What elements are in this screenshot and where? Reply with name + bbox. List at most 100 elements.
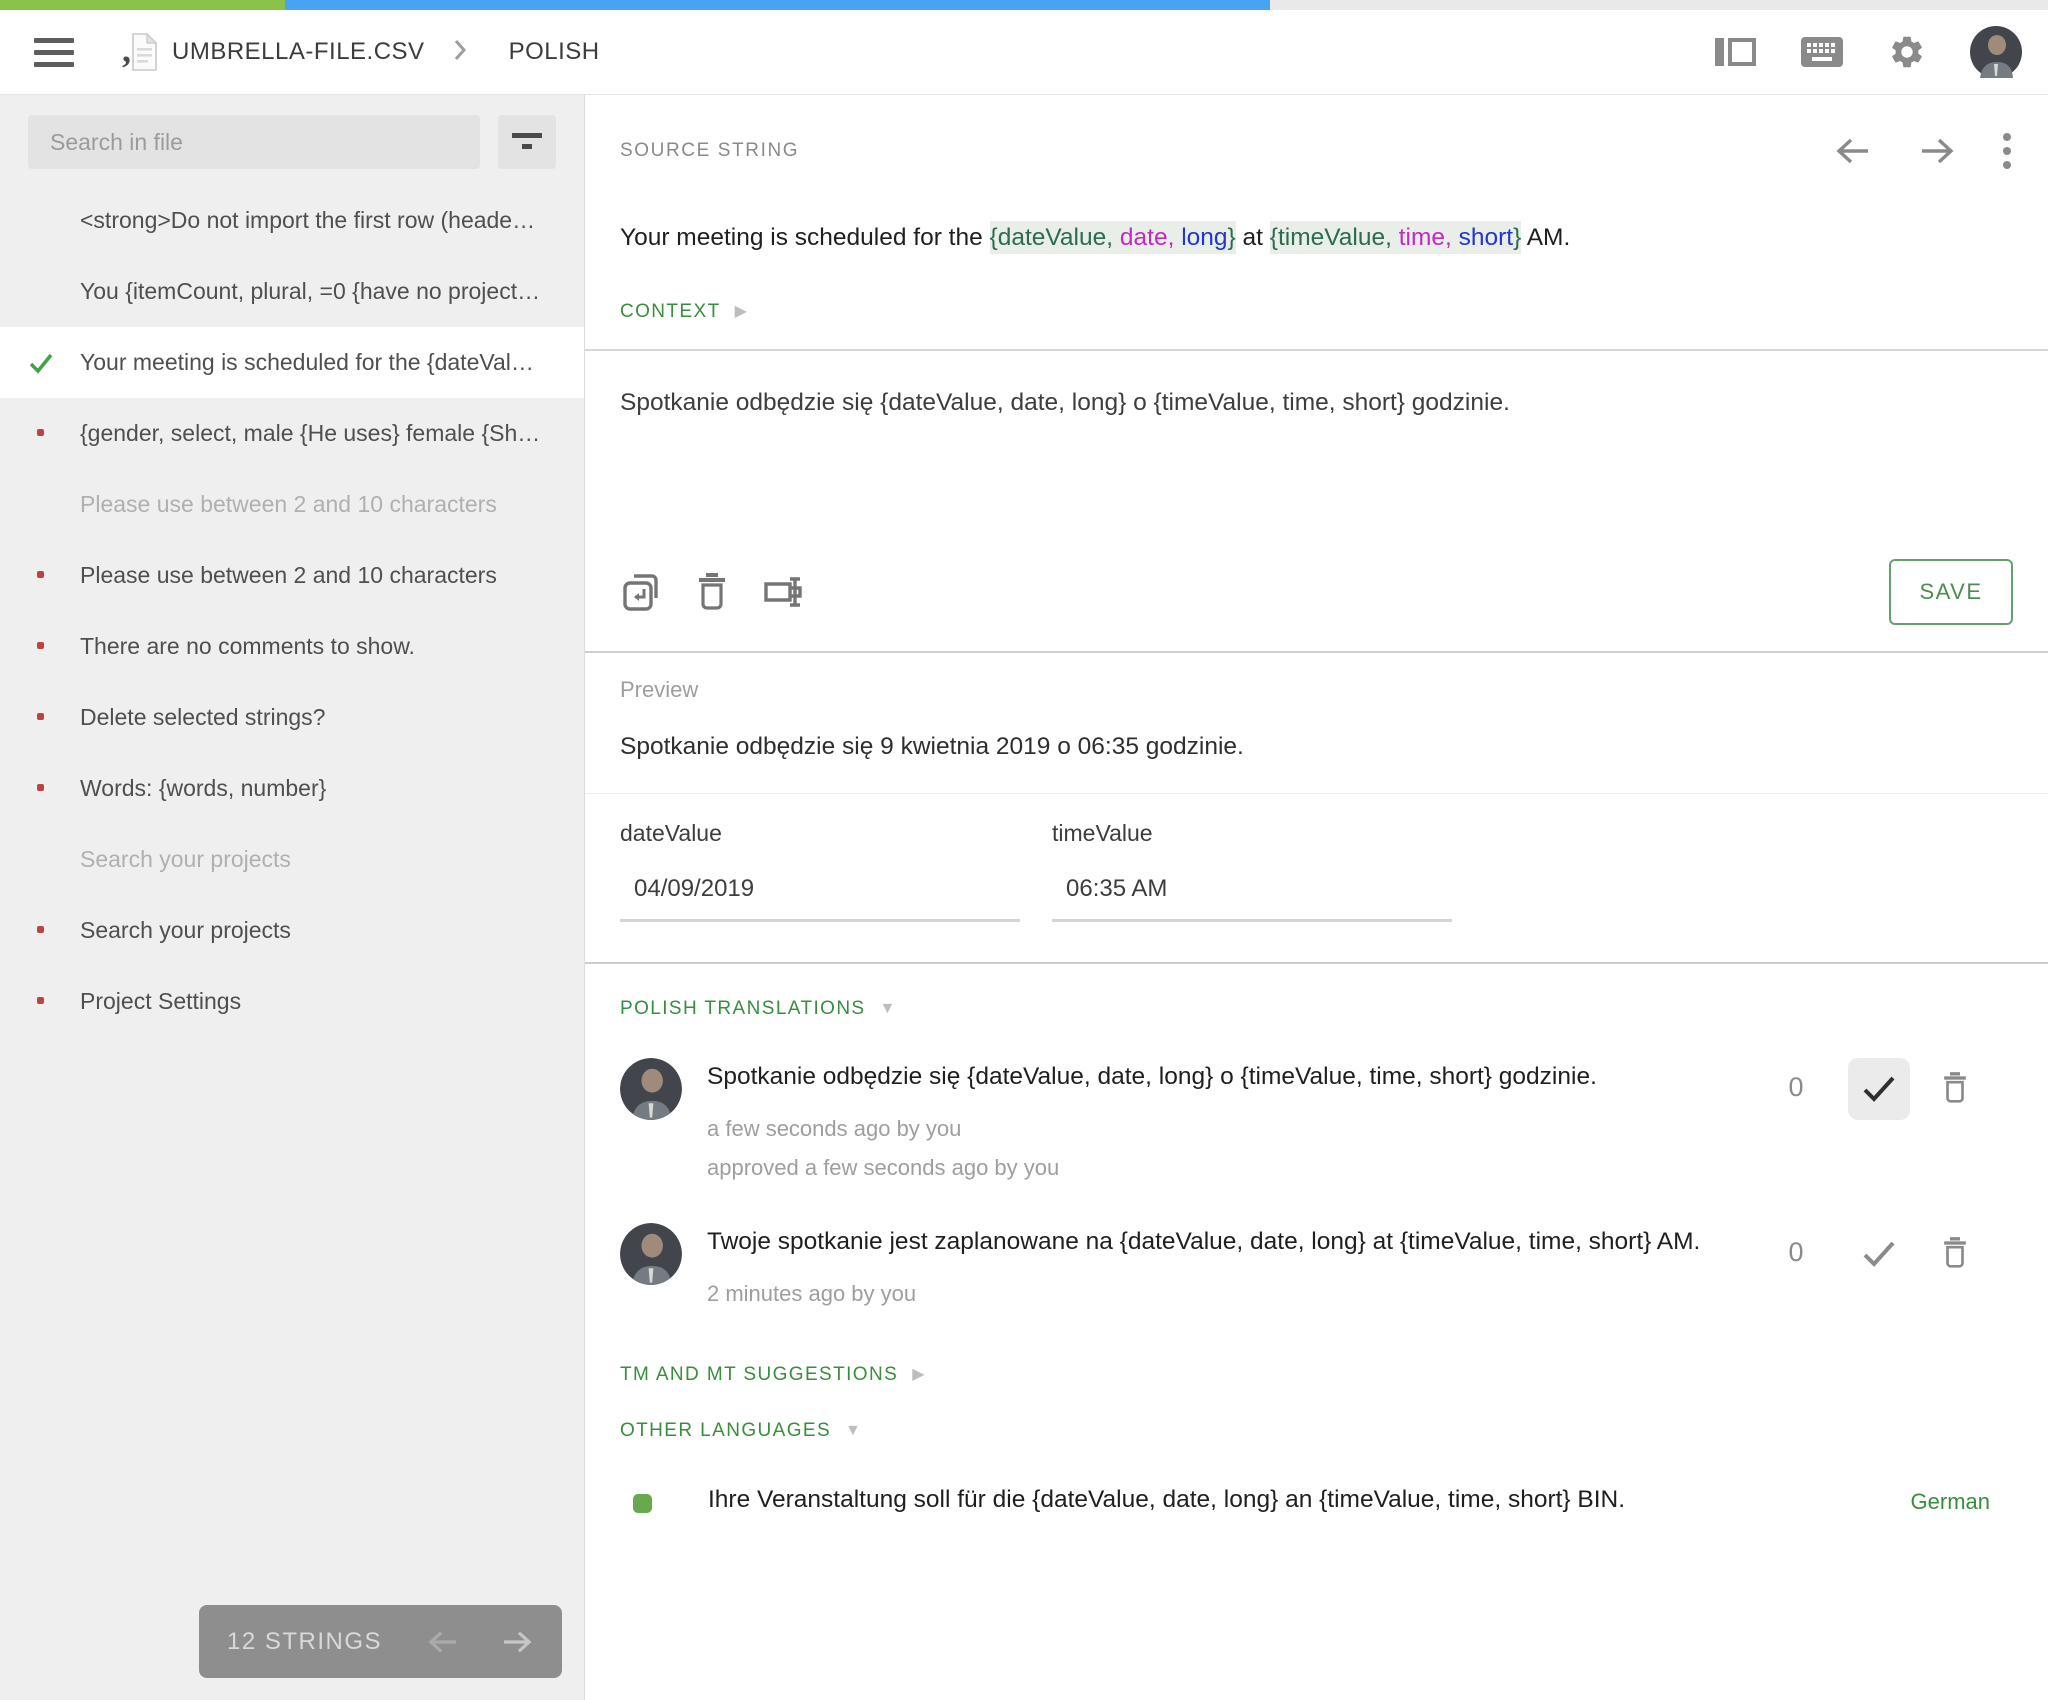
preview-params: dateValue 04/09/2019 timeValue 06:35 AM	[620, 820, 2013, 922]
string-label: <strong>Do not import the first row (hea…	[80, 207, 535, 234]
svg-text:,: ,	[122, 32, 131, 70]
param-name: timeValue	[1052, 820, 1452, 847]
strings-pager: 12 STRINGS	[199, 1605, 562, 1678]
breadcrumb-language[interactable]: POLISH	[509, 38, 600, 66]
translation-entry: Twoje spotkanie jest zaplanowane na {dat…	[620, 1223, 1970, 1313]
string-label: Search your projects	[80, 846, 291, 873]
status-check-icon	[30, 352, 52, 374]
status-icon	[30, 565, 52, 587]
status-icon	[30, 423, 52, 445]
status-icon	[30, 991, 52, 1013]
string-label: Please use between 2 and 10 characters	[80, 491, 497, 518]
translation-meta: a few seconds ago by you approved a few …	[707, 1110, 1597, 1187]
translation-input[interactable]: Spotkanie odbędzie się {dateValue, date,…	[585, 351, 2048, 539]
editor-toolbar: SAVE	[620, 559, 2013, 625]
tm-mt-suggestions-toggle[interactable]: TM AND MT SUGGESTIONS ▶	[620, 1364, 925, 1386]
context-toggle[interactable]: CONTEXT ▶	[620, 301, 747, 323]
date-value-input[interactable]: 04/09/2019	[620, 875, 1020, 922]
polish-translations-label: POLISH TRANSLATIONS	[620, 998, 866, 1020]
string-label: Project Settings	[80, 988, 241, 1015]
vote-count: 0	[1786, 1237, 1806, 1268]
string-list-item[interactable]: <strong>Do not import the first row (hea…	[0, 185, 584, 256]
string-list-item[interactable]: Delete selected strings?	[0, 682, 584, 753]
insert-placeholder-icon[interactable]	[762, 571, 808, 613]
approve-button[interactable]	[1848, 1223, 1910, 1285]
save-button[interactable]: SAVE	[1889, 559, 2013, 625]
time-value-input[interactable]: 06:35 AM	[1052, 875, 1452, 922]
other-language-link[interactable]: German	[1911, 1486, 1990, 1515]
strings-count: 12 STRINGS	[227, 1628, 382, 1656]
copy-source-icon[interactable]	[620, 571, 662, 613]
string-label: {gender, select, male {He uses} female {…	[80, 420, 540, 447]
translation-text: Twoje spotkanie jest zaplanowane na {dat…	[707, 1223, 1700, 1261]
delete-entry-icon[interactable]	[1940, 1235, 1970, 1271]
divider	[585, 651, 2048, 653]
chevron-right-icon: ▶	[912, 1367, 924, 1383]
string-list-item[interactable]: {gender, select, male {He uses} female {…	[0, 398, 584, 469]
translation-entry: Spotkanie odbędzie się {dateValue, date,…	[620, 1058, 1970, 1187]
settings-gear-icon[interactable]	[1888, 33, 1926, 71]
string-list-item[interactable]: There are no comments to show.	[0, 611, 584, 682]
string-list: <strong>Do not import the first row (hea…	[0, 185, 584, 1037]
string-list-item[interactable]: Please use between 2 and 10 characters	[0, 540, 584, 611]
chevron-down-icon: ▼	[845, 1423, 861, 1439]
translator-avatar	[620, 1223, 682, 1285]
delete-translation-icon[interactable]	[694, 571, 730, 613]
string-label: Delete selected strings?	[80, 704, 325, 731]
previous-page-icon[interactable]	[426, 1628, 460, 1656]
string-label: Your meeting is scheduled for the {dateV…	[80, 349, 534, 376]
vote-count: 0	[1786, 1072, 1806, 1103]
translation-text: Spotkanie odbędzie się {dateValue, date,…	[707, 1058, 1597, 1096]
progress-segment-translated	[0, 0, 285, 10]
previous-string-icon[interactable]	[1834, 135, 1872, 167]
string-list-item[interactable]: Search your projects	[0, 824, 584, 895]
user-avatar[interactable]	[1970, 26, 2022, 78]
string-label: There are no comments to show.	[80, 633, 415, 660]
next-page-icon[interactable]	[500, 1628, 534, 1656]
string-list-item[interactable]: Words: {words, number}	[0, 753, 584, 824]
string-list-item-selected[interactable]: Your meeting is scheduled for the {dateV…	[0, 327, 584, 398]
file-progress-bar	[0, 0, 2048, 10]
status-icon	[30, 210, 52, 232]
filter-icon	[511, 129, 543, 155]
filter-button[interactable]	[498, 115, 556, 169]
translator-avatar	[620, 1058, 682, 1120]
translation-meta: 2 minutes ago by you	[707, 1275, 1700, 1314]
param-name: dateValue	[620, 820, 1020, 847]
progress-segment-approved	[285, 0, 1270, 10]
string-list-item[interactable]: Project Settings	[0, 966, 584, 1037]
more-options-icon[interactable]	[2002, 131, 2012, 171]
app-window: , UMBRELLA-FILE.CSV POLISH	[0, 0, 2048, 1700]
strings-sidebar: <strong>Do not import the first row (hea…	[0, 95, 585, 1700]
tm-mt-suggestions-label: TM AND MT SUGGESTIONS	[620, 1364, 898, 1386]
status-icon	[30, 494, 52, 516]
menu-icon[interactable]	[34, 35, 78, 69]
string-label: Words: {words, number}	[80, 775, 326, 802]
source-string-title: SOURCE STRING	[620, 140, 799, 162]
string-list-item[interactable]: You {itemCount, plural, =0 {have no proj…	[0, 256, 584, 327]
editor-panel: SOURCE STRING Your meeting is scheduled …	[585, 95, 2048, 1700]
string-label: You {itemCount, plural, =0 {have no proj…	[80, 278, 540, 305]
csv-file-icon: ,	[122, 32, 158, 72]
panel-layout-icon[interactable]	[1714, 35, 1756, 69]
keyboard-icon[interactable]	[1800, 36, 1844, 68]
string-list-item[interactable]: Search your projects	[0, 895, 584, 966]
string-label: Please use between 2 and 10 characters	[80, 562, 497, 589]
status-icon	[30, 849, 52, 871]
approve-button[interactable]	[1848, 1058, 1910, 1120]
search-input[interactable]	[28, 115, 480, 169]
status-icon	[30, 707, 52, 729]
chevron-right-icon: ▶	[735, 304, 747, 320]
delete-entry-icon[interactable]	[1940, 1070, 1970, 1106]
divider	[585, 962, 2048, 964]
divider	[585, 793, 2048, 794]
string-list-item[interactable]: Please use between 2 and 10 characters	[0, 469, 584, 540]
other-languages-label: OTHER LANGUAGES	[620, 1420, 831, 1442]
other-languages-toggle[interactable]: OTHER LANGUAGES ▼	[620, 1420, 861, 1442]
polish-translations-toggle[interactable]: POLISH TRANSLATIONS ▼	[620, 998, 895, 1020]
next-string-icon[interactable]	[1918, 135, 1956, 167]
string-label: Search your projects	[80, 917, 291, 944]
source-string-text: Your meeting is scheduled for the {dateV…	[620, 221, 2013, 255]
preview-text: Spotkanie odbędzie się 9 kwietnia 2019 o…	[620, 733, 2013, 761]
breadcrumb-file-name[interactable]: UMBRELLA-FILE.CSV	[172, 38, 425, 66]
